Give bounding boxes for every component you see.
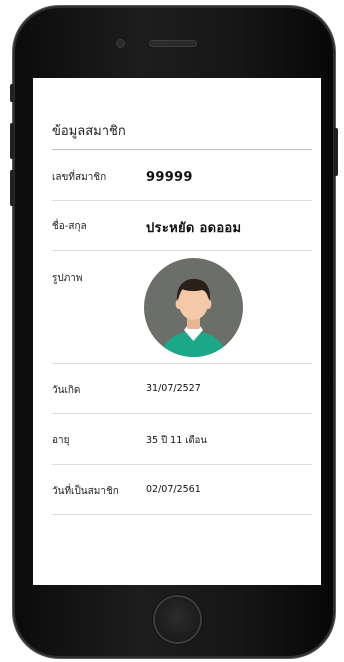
- row-divider: [52, 250, 312, 251]
- row-divider: [52, 464, 312, 465]
- front-camera: [117, 40, 124, 47]
- row-divider: [52, 200, 312, 201]
- row-divider: [52, 514, 312, 515]
- home-button[interactable]: [155, 597, 200, 642]
- name-value: ประหยัด อดออม: [146, 221, 242, 236]
- user-avatar-icon: [144, 258, 243, 357]
- volume-up-button: [10, 123, 14, 159]
- volume-down-button: [10, 170, 14, 206]
- page-title: ข้อมูลสมาชิก: [52, 124, 126, 139]
- age-label: อายุ: [52, 435, 70, 446]
- row-divider: [52, 363, 312, 364]
- birthdate-value: 31/07/2527: [146, 383, 201, 394]
- age-value: 35 ปี 11 เดือน: [146, 435, 207, 446]
- member-id-label: เลขที่สมาชิก: [52, 172, 107, 183]
- birthdate-label: วันเกิด: [52, 385, 81, 396]
- earpiece-speaker: [150, 41, 196, 46]
- screen: ข้อมูลสมาชิก เลขที่สมาชิก 99999 ชื่อ-สกุ…: [33, 78, 321, 585]
- member-since-value: 02/07/2561: [146, 484, 201, 495]
- power-button: [334, 128, 338, 176]
- title-divider: [52, 149, 312, 150]
- mute-switch: [10, 84, 14, 102]
- member-since-label: วันที่เป็นสมาชิก: [52, 486, 119, 497]
- row-divider: [52, 413, 312, 414]
- photo-label: รูปภาพ: [52, 273, 83, 284]
- name-label: ชื่อ-สกุล: [52, 221, 87, 232]
- member-id-value: 99999: [146, 170, 193, 185]
